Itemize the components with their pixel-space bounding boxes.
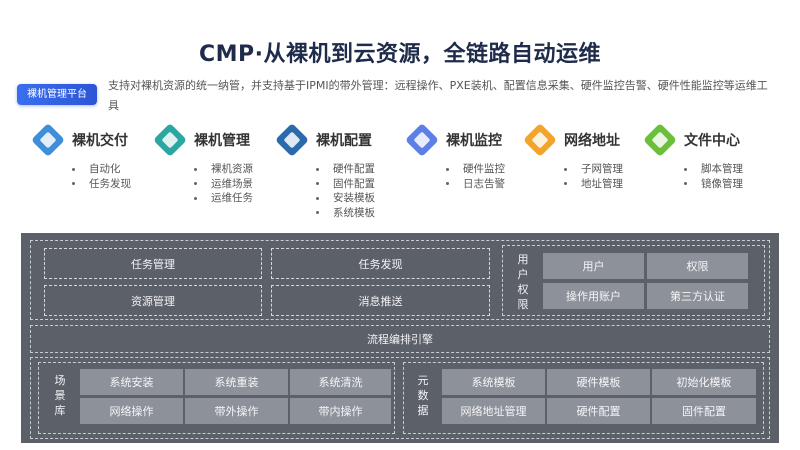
feature-title: 裸机交付 [72,133,128,149]
task-management-box: 任务管理 [44,248,262,279]
platform-description: 支持对裸机资源的统一纳管，并支持基于IPMI的带外管理：远程操作、PXE装机、配… [108,79,768,112]
feature-item: 地址管理 [564,177,623,192]
feature-files: 文件中心 脚本管理 镜像管理 [643,123,743,192]
perm-cell: 第三方认证 [647,283,748,309]
task-discovery-box: 任务发现 [271,248,490,279]
feature-item: 脚本管理 [684,162,743,177]
feature-item: 硬件监控 [446,162,505,177]
metadata-cell: 初始化模板 [652,369,756,395]
metadata-cell: 硬件配置 [547,398,650,424]
feature-title: 网络地址 [564,133,620,149]
metadata-label: 元数据 [417,374,429,417]
resource-management-box: 资源管理 [44,285,262,316]
scene-cell: 系统清洗 [290,369,391,395]
feature-network: 网络地址 子网管理 地址管理 [523,123,623,192]
feature-title: 裸机配置 [316,133,372,149]
metadata-cell: 系统模板 [442,369,545,395]
architecture-panel: 任务管理 任务发现 资源管理 消息推送 用户权限 用户 权限 操作用账户 第三方… [21,233,779,443]
diamond-icon [405,123,439,157]
feature-item: 镜像管理 [684,177,743,192]
feature-item: 安装模板 [316,191,375,206]
feature-delivery: 裸机交付 自动化 任务发现 [31,123,131,192]
metadata-cell: 硬件模板 [547,369,650,395]
perm-cell: 操作用账户 [543,283,644,309]
diamond-icon [523,123,557,157]
perm-cell: 用户 [543,253,644,279]
feature-item: 系统模板 [316,206,375,221]
diamond-icon [31,123,65,157]
metadata-cell: 网络地址管理 [442,398,545,424]
feature-item: 固件配置 [316,177,375,192]
scene-cell: 网络操作 [80,398,183,424]
scene-cell: 带外操作 [185,398,288,424]
feature-title: 文件中心 [684,133,740,149]
feature-monitoring: 裸机监控 硬件监控 日志告警 [405,123,505,192]
scene-cell: 系统安装 [80,369,183,395]
scene-cell: 带内操作 [290,398,391,424]
page-title: CMP·从裸机到云资源，全链路自动运维 [198,42,602,67]
feature-item: 子网管理 [564,162,623,177]
feature-config: 裸机配置 硬件配置 固件配置 安装模板 系统模板 [275,123,375,221]
feature-item: 运维任务 [194,191,253,206]
feature-item: 日志告警 [446,177,505,192]
diamond-icon [275,123,309,157]
platform-badge: 裸机管理平台 [17,84,97,105]
perm-cell: 权限 [647,253,748,279]
message-push-box: 消息推送 [271,285,490,316]
diamond-icon [643,123,677,157]
metadata-cell: 固件配置 [652,398,756,424]
scene-library-label: 场景库 [54,374,66,417]
feature-title: 裸机管理 [194,133,250,149]
feature-management: 裸机管理 裸机资源 运维场景 运维任务 [153,123,253,206]
workflow-engine-box: 流程编排引擎 [30,325,770,353]
feature-item: 运维场景 [194,177,253,192]
feature-item: 裸机资源 [194,162,253,177]
feature-item: 任务发现 [72,177,131,192]
scene-cell: 系统重装 [185,369,288,395]
diamond-icon [153,123,187,157]
feature-title: 裸机监控 [446,133,502,149]
user-permission-label: 用户权限 [517,253,529,311]
feature-item: 自动化 [72,162,131,177]
feature-item: 硬件配置 [316,162,375,177]
